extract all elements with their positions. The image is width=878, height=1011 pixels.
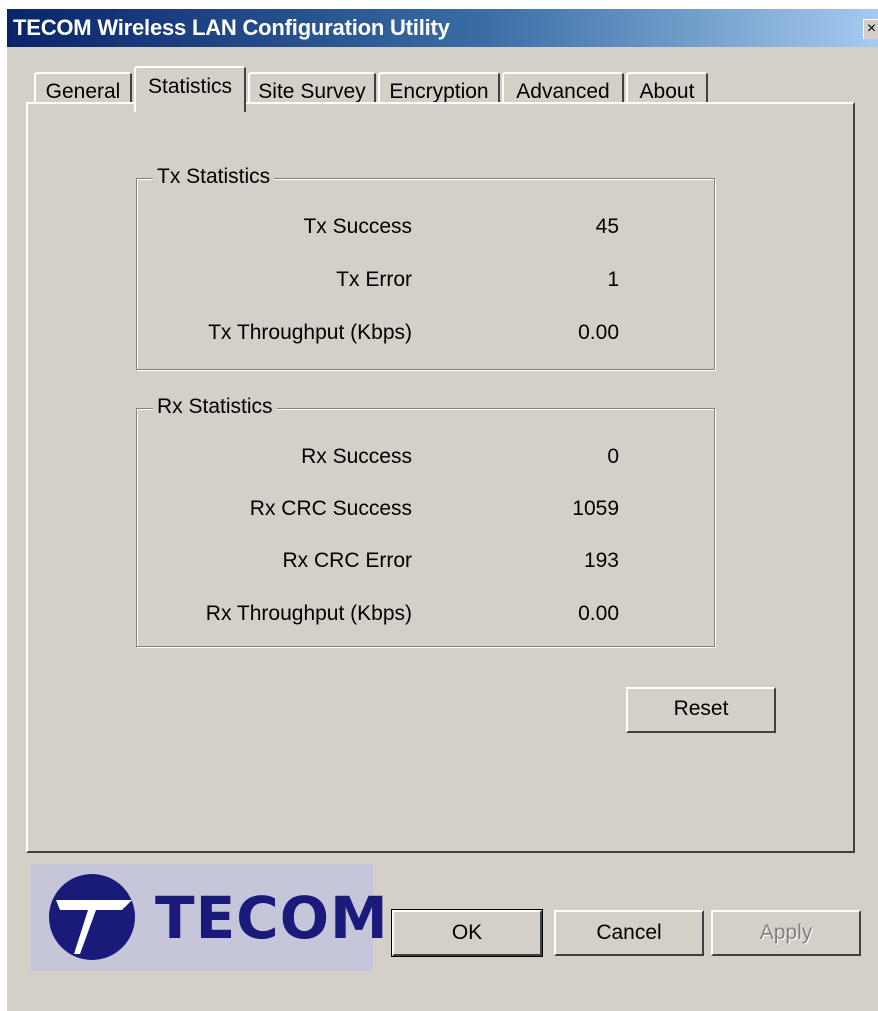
tab-statistics-label: Statistics (147, 75, 233, 98)
tx-error-value: 1 (607, 268, 619, 291)
tecom-logo-text: TECOM (155, 884, 389, 952)
tecom-mark-icon (49, 874, 135, 960)
rx-statistics-title: Rx Statistics (153, 395, 277, 419)
reset-button-label: Reset (673, 697, 729, 720)
window-title: TECOM Wireless LAN Configuration Utility (13, 15, 450, 40)
rx-statistics-group: Rx Statistics Rx Success 0 Rx CRC Succes… (136, 395, 715, 647)
tx-throughput-value: 0.00 (578, 321, 619, 344)
tab-statistics[interactable]: Statistics (134, 66, 246, 112)
rx-throughput-label: Rx Throughput (Kbps) (205, 602, 412, 625)
close-icon: × (866, 20, 877, 37)
close-button[interactable]: × (863, 19, 878, 39)
rx-crc-error-value: 193 (583, 549, 619, 572)
tab-encryption-label: Encryption (389, 80, 489, 103)
rx-crc-error-label: Rx CRC Error (282, 549, 413, 572)
rx-success-label: Rx Success (301, 445, 412, 468)
apply-button[interactable]: Apply (711, 910, 861, 956)
tx-error-label: Tx Error (336, 268, 412, 291)
reset-button[interactable]: Reset (626, 687, 776, 733)
title-bar[interactable]: TECOM Wireless LAN Configuration Utility… (7, 9, 878, 47)
tab-general-label: General (45, 80, 121, 103)
rx-throughput-value: 0.00 (578, 602, 619, 625)
apply-button-label: Apply (759, 921, 813, 944)
cancel-button-label: Cancel (596, 921, 662, 944)
tecom-logo: TECOM (30, 864, 388, 971)
tab-site-survey-label: Site Survey (258, 80, 366, 103)
ok-button-label: OK (451, 921, 483, 944)
rx-success-value: 0 (607, 445, 619, 468)
tx-statistics-title: Tx Statistics (153, 165, 275, 189)
rx-crc-success-label: Rx CRC Success (249, 497, 412, 520)
tab-advanced-label: Advanced (516, 80, 610, 103)
tx-success-label: Tx Success (303, 215, 412, 238)
tx-throughput-label: Tx Throughput (Kbps) (208, 321, 412, 344)
tx-statistics-group: Tx Statistics Tx Success 45 Tx Error 1 T… (136, 165, 715, 370)
tx-success-value: 45 (595, 215, 619, 238)
cancel-button[interactable]: Cancel (554, 910, 704, 956)
statistics-panel: Tx Statistics Tx Success 45 Tx Error 1 T… (26, 102, 855, 853)
ok-button[interactable]: OK (391, 909, 543, 957)
rx-crc-success-value: 1059 (572, 497, 619, 520)
tab-about-label: About (639, 80, 695, 103)
